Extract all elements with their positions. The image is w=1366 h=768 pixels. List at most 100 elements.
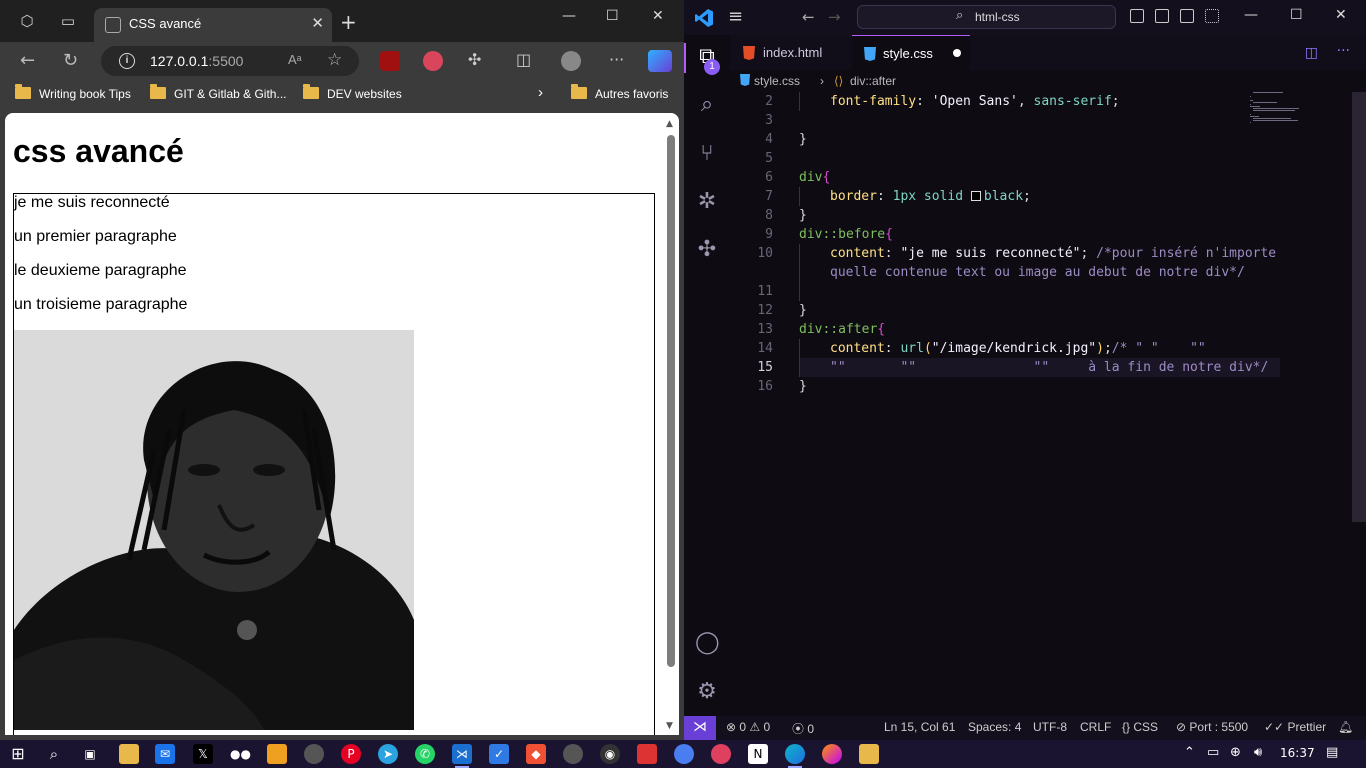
- code-line[interactable]: 5: [730, 149, 1320, 168]
- code-text[interactable]: div::after{: [799, 320, 885, 339]
- notifications-bell-icon[interactable]: 🔔︎: [1338, 720, 1353, 734]
- task-view-icon[interactable]: ▣: [80, 744, 100, 764]
- mail-icon[interactable]: ✉: [155, 744, 175, 764]
- language-mode[interactable]: {} CSS: [1122, 720, 1158, 734]
- encoding-status[interactable]: UTF-8: [1033, 720, 1067, 734]
- edge-icon[interactable]: [785, 744, 805, 764]
- accounts-icon[interactable]: ◯: [695, 631, 720, 655]
- browser-minimize-button[interactable]: —: [562, 8, 576, 24]
- split-screen-icon[interactable]: ◫: [516, 50, 531, 69]
- page-scrollbar[interactable]: ▲ ▼: [665, 117, 675, 731]
- go-forward-arrow-icon[interactable]: →: [828, 8, 841, 26]
- indentation-status[interactable]: Spaces: 4: [968, 720, 1021, 734]
- back-arrow-icon[interactable]: ←: [20, 50, 35, 71]
- clock-time[interactable]: 16:37: [1280, 746, 1315, 760]
- firefox-icon[interactable]: [822, 744, 842, 764]
- code-line[interactable]: 6 div{: [730, 168, 1320, 187]
- other-bookmarks-folder[interactable]: Autres favoris: [571, 84, 668, 101]
- code-line[interactable]: 12}: [730, 301, 1320, 320]
- code-text[interactable]: }: [799, 301, 807, 320]
- code-line[interactable]: 14 content: url("/image/kendrick.jpg");/*…: [730, 339, 1320, 358]
- zoom-icon[interactable]: [674, 744, 694, 764]
- problems-status[interactable]: ⊗ 0 ⚠ 0: [726, 720, 770, 734]
- go-back-arrow-icon[interactable]: ←: [802, 8, 815, 26]
- bookmark-writing-book-tips[interactable]: Writing book Tips: [15, 84, 131, 101]
- network-globe-icon[interactable]: ⊕: [1230, 745, 1241, 760]
- browser-tab-active[interactable]: CSS avancé ✕: [94, 8, 332, 42]
- breadcrumb-file[interactable]: style.css: [754, 74, 800, 88]
- extension-icon[interactable]: [423, 51, 443, 71]
- extensions-puzzle-icon[interactable]: ✣: [468, 50, 481, 69]
- app-icon-yellow[interactable]: [859, 744, 879, 764]
- code-line[interactable]: 9 div::before{: [730, 225, 1320, 244]
- settings-gear-icon[interactable]: ⚙: [695, 680, 719, 704]
- more-menu-icon[interactable]: ···: [609, 50, 624, 69]
- vscode-maximize-button[interactable]: ☐: [1290, 7, 1303, 23]
- workspaces-icon[interactable]: ⬡: [16, 10, 38, 32]
- split-editor-icon[interactable]: ◫: [1305, 45, 1318, 61]
- remote-indicator-icon[interactable]: ⋊: [684, 716, 716, 740]
- pinterest-icon[interactable]: P: [341, 744, 361, 764]
- code-editor[interactable]: 2 font-family: 'Open Sans', sans-serif; 3 4…: [730, 92, 1366, 716]
- whatsapp-icon[interactable]: ✆: [415, 744, 435, 764]
- copilot-icon[interactable]: [648, 50, 672, 72]
- search-icon[interactable]: ⌕: [695, 93, 719, 117]
- unsaved-dot-icon[interactable]: [953, 49, 961, 57]
- media-app-icon[interactable]: ●●: [230, 744, 251, 764]
- code-text[interactable]: div::before{: [799, 225, 893, 244]
- bookmarks-overflow-chevron-icon[interactable]: ›: [538, 84, 543, 101]
- code-line[interactable]: 11: [730, 282, 1320, 301]
- new-tab-button[interactable]: +: [340, 12, 357, 32]
- unity-app-icon[interactable]: [304, 744, 324, 764]
- more-actions-icon[interactable]: ···: [1337, 43, 1350, 59]
- tab-close-icon[interactable]: ✕: [311, 14, 324, 32]
- eol-status[interactable]: CRLF: [1080, 720, 1111, 734]
- vscode-close-button[interactable]: ✕: [1335, 7, 1347, 23]
- toggle-panel-icon[interactable]: [1155, 9, 1169, 23]
- battery-icon[interactable]: ▭: [1207, 745, 1219, 760]
- code-text[interactable]: content: url("/image/kendrick.jpg");/* "…: [830, 339, 1206, 358]
- tab-actions-icon[interactable]: ▭: [57, 10, 79, 32]
- bookmark-dev-websites[interactable]: DEV websites: [303, 84, 402, 101]
- code-line[interactable]: 7 border: 1px solid black;: [730, 187, 1320, 206]
- code-text[interactable]: font-family: 'Open Sans', sans-serif;: [830, 92, 1120, 111]
- code-line[interactable]: 4}: [730, 130, 1320, 149]
- taskbar-search-icon[interactable]: ⌕: [44, 744, 64, 764]
- notification-center-icon[interactable]: ▤: [1326, 745, 1338, 760]
- tab-index-html[interactable]: index.html: [730, 35, 852, 70]
- code-text[interactable]: border: 1px solid black;: [830, 187, 1031, 206]
- code-line[interactable]: 16}: [730, 377, 1320, 396]
- browser-close-button[interactable]: ✕: [652, 8, 664, 24]
- site-info-icon[interactable]: i: [119, 53, 135, 69]
- code-line[interactable]: 8}: [730, 206, 1320, 225]
- notes-app-icon[interactable]: [267, 744, 287, 764]
- prettier-status[interactable]: ✓✓ Prettier: [1264, 720, 1326, 734]
- toggle-secondary-sidebar-icon[interactable]: [1180, 9, 1194, 23]
- command-center-search[interactable]: ⌕ html-css: [857, 5, 1116, 29]
- editor-scrollbar[interactable]: [1352, 92, 1366, 522]
- browser-maximize-button[interactable]: ☐: [606, 8, 619, 24]
- scroll-up-arrow-icon[interactable]: ▲: [666, 119, 673, 129]
- git-app-icon[interactable]: ◆: [526, 744, 546, 764]
- vscode-minimize-button[interactable]: —: [1244, 7, 1258, 23]
- toggle-sidebar-icon[interactable]: [1130, 9, 1144, 23]
- ports-status[interactable]: ⦿ 0: [792, 720, 814, 737]
- color-swatch-icon[interactable]: [970, 191, 981, 201]
- read-aloud-icon[interactable]: Aᵃ: [288, 52, 302, 67]
- x-app-icon[interactable]: 𝕏: [193, 744, 213, 764]
- vscode-taskbar-icon[interactable]: ⋊: [452, 744, 472, 764]
- code-text[interactable]: }: [799, 130, 807, 149]
- app-icon-pink[interactable]: [711, 744, 731, 764]
- source-control-icon[interactable]: ⑂: [695, 142, 719, 166]
- bookmark-git-gitlab[interactable]: GIT & Gitlab & Gith...: [150, 84, 286, 101]
- ublock-extension-icon[interactable]: [380, 51, 400, 71]
- file-explorer-icon[interactable]: [119, 744, 139, 764]
- code-text[interactable]: }: [799, 377, 807, 396]
- telegram-icon[interactable]: ➤: [378, 744, 398, 764]
- tray-overflow-chevron-icon[interactable]: ⌃: [1184, 745, 1195, 760]
- app-icon-red[interactable]: [637, 744, 657, 764]
- code-line[interactable]: quelle contenue text ou image au debut d…: [730, 263, 1320, 282]
- code-line[interactable]: 3: [730, 111, 1320, 130]
- favorite-star-icon[interactable]: ☆: [327, 50, 342, 70]
- code-line[interactable]: 15 "" "" "" à la fin de notre div*/: [730, 358, 1320, 377]
